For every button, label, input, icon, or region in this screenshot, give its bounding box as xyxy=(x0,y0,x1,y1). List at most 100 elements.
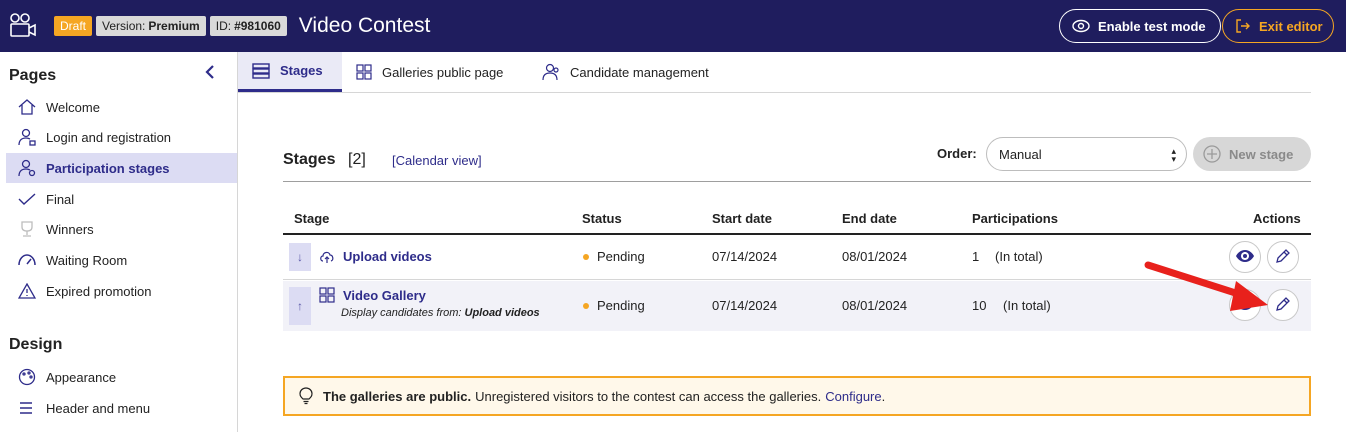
check-icon xyxy=(18,192,40,206)
tab-label: Stages xyxy=(280,63,323,78)
select-caret-icon: ▴ ▾ xyxy=(1171,146,1176,164)
pages-heading: Pages xyxy=(9,67,57,84)
status-badge: Pending xyxy=(583,249,645,264)
new-stage-label: New stage xyxy=(1229,146,1294,162)
exit-editor-button[interactable]: Exit editor xyxy=(1222,9,1334,43)
configure-link[interactable]: Configure xyxy=(825,389,881,404)
sidebar-item-label: Login and registration xyxy=(46,129,172,145)
sidebar-item-label: Final xyxy=(46,191,75,207)
tab-stages[interactable]: Stages xyxy=(238,52,342,92)
status-label: Pending xyxy=(597,298,645,313)
gauge-icon xyxy=(18,253,40,267)
plus-circle-icon xyxy=(1203,145,1221,163)
tab-label: Candidate management xyxy=(570,64,709,80)
tab-galleries-public-page[interactable]: Galleries public page xyxy=(342,52,528,92)
sidebar-item-expired-promotion[interactable]: Expired promotion xyxy=(6,276,237,306)
stage-name-link[interactable]: Video Gallery xyxy=(319,287,426,303)
version-badge: Version: Premium xyxy=(96,16,206,36)
palette-icon xyxy=(18,368,40,386)
eye-icon xyxy=(1236,249,1254,265)
start-date: 07/14/2024 xyxy=(712,249,778,264)
stage-name-link[interactable]: Upload videos xyxy=(319,249,432,264)
notice-bold-text: The galleries are public. xyxy=(323,388,472,404)
order-select-value: Manual xyxy=(999,146,1042,162)
tab-bar: Stages Galleries public page Candidate m… xyxy=(238,52,1311,93)
enable-test-mode-button[interactable]: Enable test mode xyxy=(1059,9,1221,43)
column-header-stage: Stage xyxy=(294,211,330,226)
exit-icon xyxy=(1235,18,1251,34)
id-label: ID: xyxy=(215,19,232,33)
sidebar-item-header-and-menu[interactable]: Header and menu xyxy=(6,393,237,423)
sidebar-item-label: Appearance xyxy=(46,369,117,385)
divider xyxy=(283,181,1311,182)
stage-subtitle-prefix: Display candidates from: xyxy=(341,307,465,319)
move-up-button[interactable]: ↑ xyxy=(289,287,311,325)
sidebar-item-winners[interactable]: Winners xyxy=(6,214,237,244)
user-lock-icon xyxy=(18,128,40,146)
notice-suffix: . xyxy=(881,388,886,404)
calendar-view-link[interactable]: [Calendar view] xyxy=(392,153,482,168)
stage-name-label: Upload videos xyxy=(343,249,432,264)
view-button[interactable] xyxy=(1229,289,1261,321)
sidebar: Pages Welcome Login and registration Par… xyxy=(0,52,238,432)
trophy-icon xyxy=(18,220,40,238)
eye-icon xyxy=(1236,297,1254,313)
notice-text: Unregistered visitors to the contest can… xyxy=(475,388,822,404)
eye-circle-icon xyxy=(1072,19,1090,33)
participations-count: 1 xyxy=(972,249,980,264)
stage-subtitle-source: Upload videos xyxy=(464,307,540,319)
sidebar-item-final[interactable]: Final xyxy=(6,184,237,214)
menu-icon xyxy=(18,401,40,415)
participations-note: (In total) xyxy=(995,249,1043,264)
tab-label: Galleries public page xyxy=(382,64,504,80)
sidebar-item-label: Participation stages xyxy=(46,160,170,176)
column-header-status: Status xyxy=(582,211,622,226)
design-heading: Design xyxy=(9,336,63,353)
tab-candidate-management[interactable]: Candidate management xyxy=(528,52,723,92)
pencil-icon xyxy=(1275,248,1291,267)
participations-note: (In total) xyxy=(1003,298,1051,313)
public-galleries-notice: The galleries are public. Unregistered v… xyxy=(283,376,1311,416)
id-badge: ID: #981060 xyxy=(209,16,287,36)
order-select[interactable]: Manual ▴ ▾ xyxy=(986,137,1187,171)
sidebar-item-login-registration[interactable]: Login and registration xyxy=(6,122,237,152)
sidebar-item-label: Header and menu xyxy=(46,400,151,416)
user-gear-icon xyxy=(18,159,40,177)
status-dot xyxy=(583,253,589,260)
move-down-button[interactable]: ↓ xyxy=(289,243,311,271)
video-camera-logo-icon xyxy=(6,9,40,43)
enable-test-mode-label: Enable test mode xyxy=(1098,18,1206,34)
table-row: ↓ Upload videos Pending 07/14/2024 08/01… xyxy=(283,235,1311,280)
version-value: Premium xyxy=(148,19,200,33)
sidebar-item-label: Expired promotion xyxy=(46,283,152,299)
gallery-grid-icon xyxy=(319,287,335,303)
stages-title: Stages xyxy=(283,151,336,168)
end-date: 08/01/2024 xyxy=(842,249,908,264)
column-header-start-date: Start date xyxy=(712,211,772,226)
pencil-icon xyxy=(1275,296,1291,315)
status-label: Pending xyxy=(597,249,645,264)
column-header-end-date: End date xyxy=(842,211,897,226)
sidebar-item-welcome[interactable]: Welcome xyxy=(6,92,237,122)
sidebar-item-appearance[interactable]: Appearance xyxy=(6,362,237,392)
draft-badge: Draft xyxy=(54,16,93,36)
sidebar-item-label: Welcome xyxy=(46,99,100,115)
grid-icon xyxy=(356,64,372,80)
order-label: Order: xyxy=(937,146,977,161)
status-dot xyxy=(583,302,589,309)
id-value: #981060 xyxy=(234,19,281,33)
sidebar-item-waiting-room[interactable]: Waiting Room xyxy=(6,245,237,275)
start-date: 07/14/2024 xyxy=(712,298,778,313)
edit-button[interactable] xyxy=(1267,289,1299,321)
end-date: 08/01/2024 xyxy=(842,298,908,313)
list-icon xyxy=(252,62,270,79)
participations-count: 10 xyxy=(972,298,987,313)
edit-button[interactable] xyxy=(1267,241,1299,273)
new-stage-button[interactable]: New stage xyxy=(1193,137,1311,171)
column-header-actions: Actions xyxy=(1253,211,1301,226)
sidebar-item-participation-stages[interactable]: Participation stages xyxy=(6,153,237,183)
contest-title: Video Contest xyxy=(298,14,431,37)
collapse-sidebar-chevron-left-icon[interactable] xyxy=(200,62,220,82)
sidebar-item-label: Waiting Room xyxy=(46,252,128,268)
view-button[interactable] xyxy=(1229,241,1261,273)
